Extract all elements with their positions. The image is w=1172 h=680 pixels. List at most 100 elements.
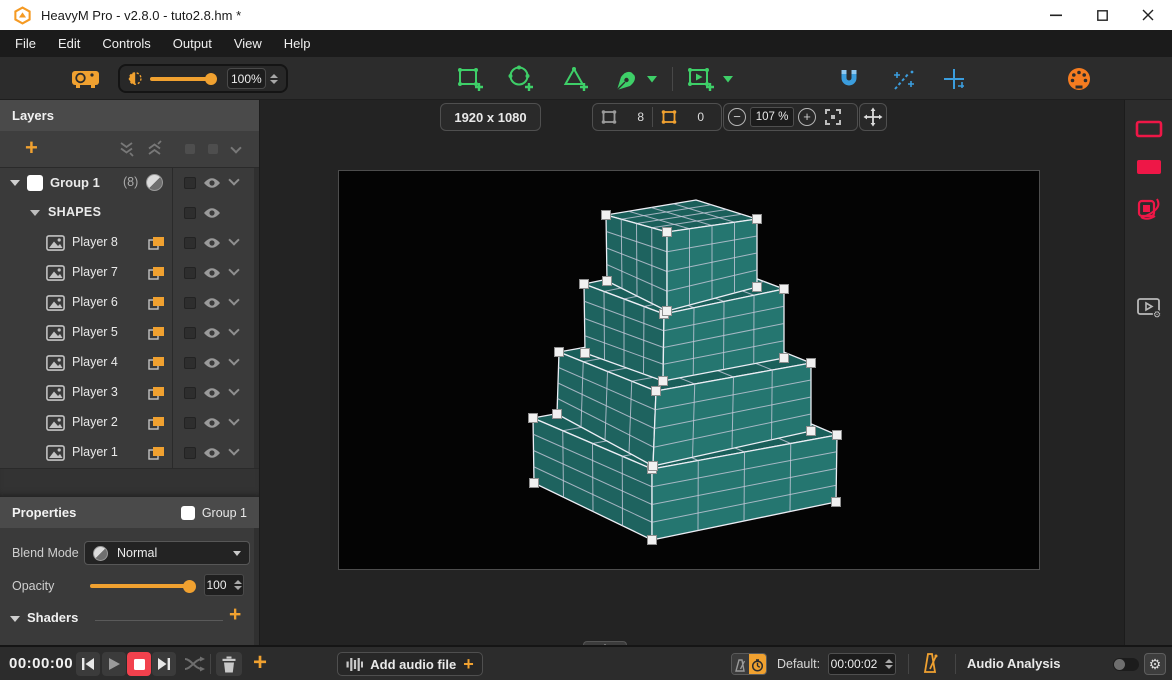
shape-corner-handle[interactable] bbox=[553, 410, 562, 419]
pan-tool-button[interactable] bbox=[859, 103, 887, 131]
player-visibility-eye-icon[interactable] bbox=[203, 237, 221, 249]
shape-corner-handle[interactable] bbox=[603, 277, 612, 286]
player-copy-icon[interactable] bbox=[148, 446, 165, 461]
layer-row-shapes[interactable]: SHAPES bbox=[0, 198, 259, 228]
minimize-button[interactable] bbox=[1034, 0, 1078, 30]
audio-analysis-settings-button[interactable]: ⚙ bbox=[1144, 653, 1166, 675]
player-chevron-icon[interactable] bbox=[228, 294, 239, 305]
shape-corner-handle[interactable] bbox=[753, 283, 762, 292]
menu-controls[interactable]: Controls bbox=[91, 30, 161, 57]
player-solo-square[interactable] bbox=[184, 327, 196, 339]
brightness-slider[interactable] bbox=[150, 77, 214, 81]
add-rectangle-button[interactable] bbox=[454, 63, 486, 95]
shuffle-button[interactable] bbox=[182, 652, 206, 676]
metronome-mode-button[interactable] bbox=[732, 654, 749, 675]
group-solo-square[interactable] bbox=[184, 177, 196, 189]
brightness-spinner[interactable] bbox=[270, 74, 278, 84]
player-solo-square[interactable] bbox=[184, 267, 196, 279]
shape-corner-handle[interactable] bbox=[753, 215, 762, 224]
player-chevron-icon[interactable] bbox=[228, 444, 239, 455]
player-visibility-eye-icon[interactable] bbox=[203, 447, 221, 459]
player-solo-square[interactable] bbox=[184, 357, 196, 369]
player-copy-icon[interactable] bbox=[148, 386, 165, 401]
menu-help[interactable]: Help bbox=[273, 30, 322, 57]
layer-row-group[interactable]: Group 1 (8) bbox=[0, 168, 259, 198]
player-visibility-eye-icon[interactable] bbox=[203, 357, 221, 369]
shape-corner-handle[interactable] bbox=[529, 414, 538, 423]
layers-toolbar-chevron-icon[interactable] bbox=[230, 142, 241, 153]
menu-file[interactable]: File bbox=[4, 30, 47, 57]
play-button[interactable] bbox=[102, 652, 126, 676]
add-player-button[interactable] bbox=[684, 63, 716, 95]
shape-corner-handle[interactable] bbox=[581, 349, 590, 358]
player-visibility-eye-icon[interactable] bbox=[203, 267, 221, 279]
zoom-in-button[interactable]: + bbox=[798, 108, 816, 126]
shape-corner-handle[interactable] bbox=[555, 348, 564, 357]
shape-corner-handle[interactable] bbox=[780, 285, 789, 294]
add-triangle-button[interactable] bbox=[559, 63, 591, 95]
group-chevron-icon[interactable] bbox=[228, 174, 239, 185]
properties-scrollbar[interactable] bbox=[254, 528, 259, 646]
player-solo-square[interactable] bbox=[184, 237, 196, 249]
shaders-expander-icon[interactable] bbox=[10, 616, 20, 622]
player-chevron-icon[interactable] bbox=[228, 324, 239, 335]
brightness-value-field[interactable]: 100% bbox=[227, 68, 266, 89]
layer-row-player[interactable]: Player 1 bbox=[0, 438, 259, 468]
player-chevron-icon[interactable] bbox=[228, 234, 239, 245]
layer-row-player[interactable]: Player 5 bbox=[0, 318, 259, 348]
layers-square-toggle-1[interactable] bbox=[185, 144, 195, 154]
layer-row-player[interactable]: Player 2 bbox=[0, 408, 259, 438]
player-chevron-icon[interactable] bbox=[228, 414, 239, 425]
skip-end-button[interactable] bbox=[152, 652, 176, 676]
player-solo-square[interactable] bbox=[184, 387, 196, 399]
player-copy-icon[interactable] bbox=[148, 266, 165, 281]
layers-scrollbar[interactable] bbox=[254, 168, 259, 468]
shape-corner-handle[interactable] bbox=[580, 280, 589, 289]
player-visibility-eye-icon[interactable] bbox=[203, 417, 221, 429]
layer-row-player[interactable]: Player 8 bbox=[0, 228, 259, 258]
shape-corner-handle[interactable] bbox=[807, 427, 816, 436]
shape-corner-handle[interactable] bbox=[663, 307, 672, 316]
fit-screen-button[interactable] bbox=[823, 107, 843, 127]
player-visibility-eye-icon[interactable] bbox=[203, 327, 221, 339]
default-duration-spinner[interactable] bbox=[885, 659, 893, 669]
menu-edit[interactable]: Edit bbox=[47, 30, 91, 57]
delete-sequence-button[interactable] bbox=[216, 652, 242, 676]
opacity-slider-knob[interactable] bbox=[183, 580, 196, 593]
projection-screen[interactable] bbox=[338, 170, 1040, 570]
audio-analysis-toggle[interactable] bbox=[1113, 658, 1139, 671]
shape-corner-handle[interactable] bbox=[780, 354, 789, 363]
layers-square-toggle-2[interactable] bbox=[208, 144, 218, 154]
pen-tool-button[interactable] bbox=[611, 63, 643, 95]
shape-corner-handle[interactable] bbox=[833, 431, 842, 440]
player-visibility-eye-icon[interactable] bbox=[203, 297, 221, 309]
shape-corner-handle[interactable] bbox=[807, 359, 816, 368]
menu-output[interactable]: Output bbox=[162, 30, 223, 57]
player-chevron-icon[interactable] bbox=[228, 384, 239, 395]
player-copy-icon[interactable] bbox=[148, 356, 165, 371]
shape-corner-handle[interactable] bbox=[652, 387, 661, 396]
menu-view[interactable]: View bbox=[223, 30, 273, 57]
shape-corner-handle[interactable] bbox=[659, 377, 668, 386]
crosshair-button[interactable] bbox=[939, 63, 971, 95]
shaders-section[interactable]: Shaders + bbox=[0, 606, 260, 636]
zoom-out-button[interactable]: − bbox=[728, 108, 746, 126]
projector-output-button[interactable] bbox=[70, 63, 102, 95]
timer-mode-button[interactable] bbox=[749, 654, 766, 675]
opacity-slider[interactable] bbox=[90, 584, 193, 588]
shape-corner-handle[interactable] bbox=[832, 498, 841, 507]
skip-start-button[interactable] bbox=[76, 652, 100, 676]
shape-corner-handle[interactable] bbox=[530, 479, 539, 488]
shape-outline-mode-button[interactable] bbox=[1125, 120, 1172, 138]
layer-row-player[interactable]: Player 4 bbox=[0, 348, 259, 378]
layer-row-player[interactable]: Player 7 bbox=[0, 258, 259, 288]
player-copy-icon[interactable] bbox=[148, 296, 165, 311]
group-expander-icon[interactable] bbox=[10, 180, 20, 186]
maximize-button[interactable] bbox=[1080, 0, 1124, 30]
layer-row-player[interactable]: Player 3 bbox=[0, 378, 259, 408]
player-copy-icon[interactable] bbox=[148, 416, 165, 431]
shape-corner-handle[interactable] bbox=[649, 462, 658, 471]
brightness-slider-knob[interactable] bbox=[205, 73, 217, 85]
layer-row-player[interactable]: Player 6 bbox=[0, 288, 259, 318]
shapes-solo-square[interactable] bbox=[184, 207, 196, 219]
